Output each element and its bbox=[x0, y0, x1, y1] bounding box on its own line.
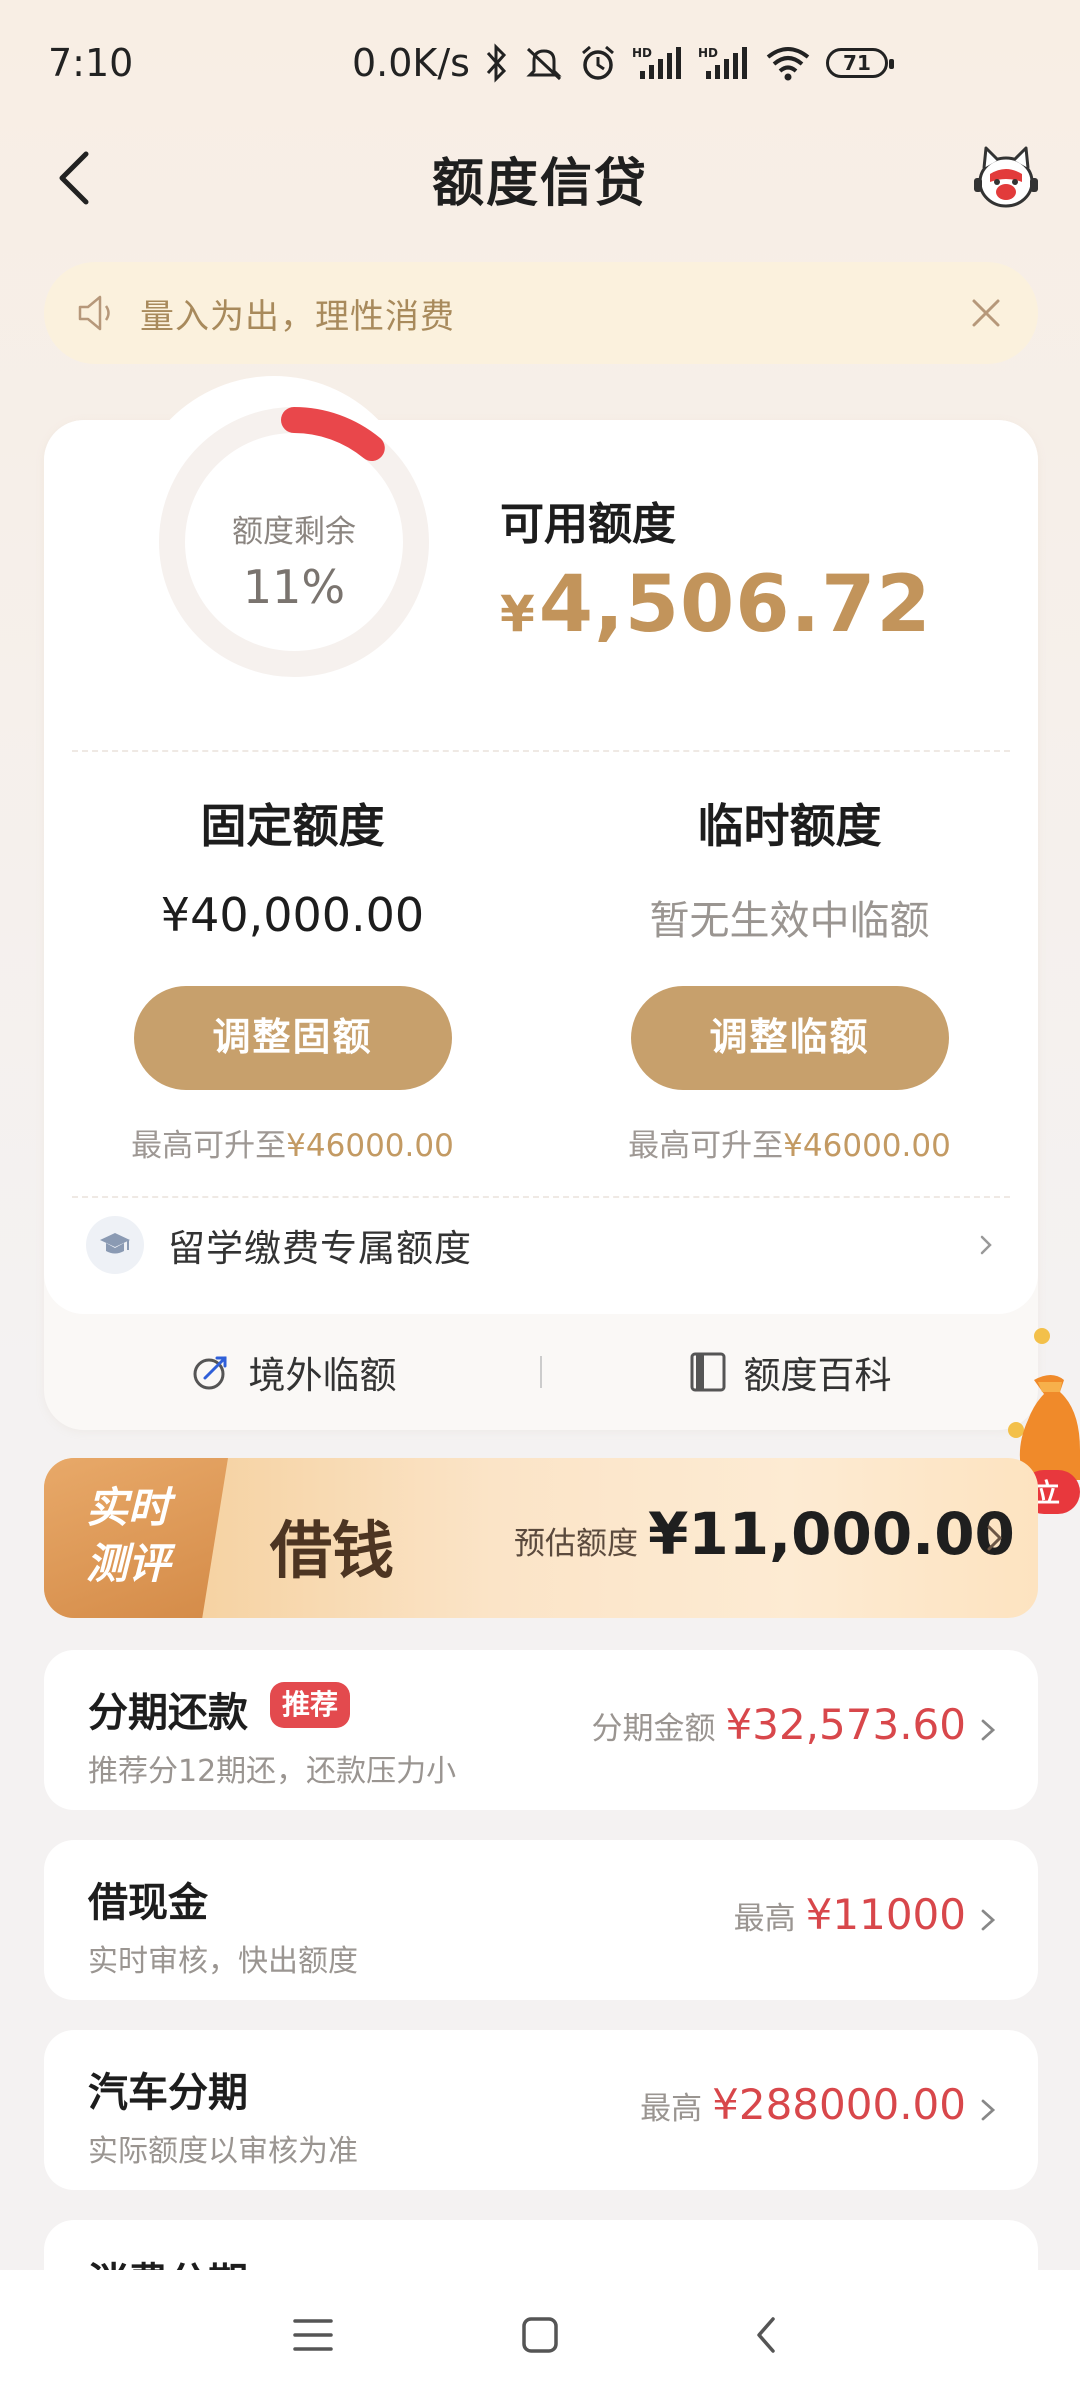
hd-signal-icon: HD bbox=[632, 43, 684, 83]
overseas-temp-quota-link[interactable]: 境外临额 bbox=[44, 1345, 541, 1399]
loan-amount-group: 最高 ¥11000 bbox=[734, 1890, 966, 1939]
study-abroad-quota-row[interactable]: 留学缴费专属额度 bbox=[44, 1190, 1038, 1300]
loan-amount-group: 最高 ¥288000.00 bbox=[640, 2080, 966, 2129]
chevron-right-icon bbox=[981, 1909, 996, 1931]
speaker-icon bbox=[78, 295, 110, 331]
alarm-icon bbox=[578, 43, 618, 83]
status-icons: 0.0K/s HD HD 71 bbox=[352, 41, 894, 85]
chevron-right-icon bbox=[981, 1719, 996, 1741]
link-divider bbox=[540, 1356, 542, 1388]
book-icon bbox=[690, 1352, 725, 1392]
mascot-button[interactable] bbox=[968, 140, 1044, 216]
loan-amount-prefix: 分期金额 bbox=[591, 1711, 716, 1747]
available-currency: ¥ bbox=[500, 585, 535, 643]
ring-label: 额度剩余 bbox=[232, 514, 356, 550]
loan-subtitle: 实时审核，快出额度 bbox=[88, 1944, 358, 1979]
overseas-temp-quota-label: 境外临额 bbox=[248, 1354, 397, 1397]
credit-card: 额度剩余 11% 可用额度 ¥4,506.72 固定额度 ¥40,000.00 … bbox=[44, 376, 1038, 1430]
wifi-icon bbox=[764, 43, 812, 83]
status-bar: 7:10 0.0K/s HD HD 71 bbox=[0, 0, 1080, 126]
menu-icon bbox=[293, 2319, 334, 2351]
borrow-title: 借钱 bbox=[270, 1514, 395, 1587]
fixed-quota: 固定额度 ¥40,000.00 调整固额 最高可升至¥46000.00 bbox=[44, 790, 541, 1165]
temp-quota-value: 暂无生效中临额 bbox=[649, 898, 930, 944]
loan-title: 分期还款 bbox=[88, 1690, 248, 1736]
home-square-icon bbox=[522, 2317, 558, 2353]
back-triangle-icon bbox=[756, 2317, 775, 2353]
loan-amount: ¥288000.00 bbox=[712, 2080, 966, 2129]
bluetooth-icon bbox=[484, 43, 510, 83]
fixed-quota-value: ¥40,000.00 bbox=[160, 888, 425, 942]
battery-icon: 71 bbox=[825, 48, 894, 78]
loan-amount-prefix: 最高 bbox=[733, 1901, 796, 1937]
ring-percent: 11% bbox=[242, 560, 346, 614]
adjust-fixed-button[interactable]: 调整固额 bbox=[133, 986, 452, 1090]
adjust-temp-button[interactable]: 调整临额 bbox=[630, 986, 949, 1090]
study-abroad-quota-label: 留学缴费专属额度 bbox=[168, 1227, 472, 1270]
realtime-eval-badge: 实时 测评 bbox=[44, 1458, 228, 1618]
borrow-amount: ¥11,000.00 bbox=[648, 1500, 1015, 1568]
status-time: 7:10 bbox=[48, 41, 134, 85]
notice-bar: 量入为出，理性消费 bbox=[44, 262, 1038, 364]
header: 额度信贷 bbox=[0, 126, 1080, 230]
fixed-quota-title: 固定额度 bbox=[200, 799, 385, 853]
available-value: 4,506.72 bbox=[538, 560, 932, 650]
quota-wiki-label: 额度百科 bbox=[743, 1354, 892, 1397]
loan-amount-prefix: 最高 bbox=[640, 2091, 703, 2127]
page-title: 额度信贷 bbox=[431, 153, 648, 214]
home-button[interactable] bbox=[500, 2295, 580, 2375]
quota-wiki-link[interactable]: 额度百科 bbox=[541, 1345, 1038, 1399]
network-speed: 0.0K/s bbox=[352, 41, 470, 85]
credit-main: 额度剩余 11% 可用额度 ¥4,506.72 固定额度 ¥40,000.00 … bbox=[44, 407, 1038, 1314]
recommend-badge: 推荐 bbox=[270, 1682, 351, 1728]
back-button[interactable] bbox=[48, 148, 108, 208]
loan-amount: ¥11000 bbox=[805, 1890, 966, 1939]
borrow-est-label: 预估额度 bbox=[514, 1526, 638, 1562]
credit-links: 境外临额 额度百科 bbox=[44, 1314, 1038, 1430]
fixed-quota-max: 最高可升至¥46000.00 bbox=[131, 1128, 454, 1164]
svg-text:HD: HD bbox=[632, 46, 652, 60]
loan-amount: ¥32,573.60 bbox=[725, 1700, 966, 1749]
chevron-left-icon bbox=[59, 151, 89, 205]
system-back-button[interactable] bbox=[727, 2295, 807, 2375]
menu-button[interactable] bbox=[273, 2295, 353, 2375]
graduation-cap-icon bbox=[86, 1216, 144, 1274]
mute-icon bbox=[524, 43, 564, 83]
temp-quota-title: 临时额度 bbox=[697, 799, 882, 853]
installment-repay-row[interactable]: 分期还款 推荐 推荐分12期还，还款压力小 分期金额 ¥32,573.60 bbox=[44, 1650, 1038, 1810]
loan-title: 汽车分期 bbox=[88, 2070, 248, 2116]
svg-text:HD: HD bbox=[698, 46, 718, 60]
cash-loan-row[interactable]: 借现金 实时审核，快出额度 最高 ¥11000 bbox=[44, 1840, 1038, 2000]
car-installment-row[interactable]: 汽车分期 实际额度以审核为准 最高 ¥288000.00 bbox=[44, 2030, 1038, 2190]
temp-quota-max: 最高可升至¥46000.00 bbox=[628, 1128, 951, 1164]
mascot-icon bbox=[974, 146, 1038, 208]
temp-quota: 临时额度 暂无生效中临额 调整临额 最高可升至¥46000.00 bbox=[541, 790, 1038, 1165]
loan-subtitle: 推荐分12期还，还款压力小 bbox=[88, 1754, 457, 1789]
airplane-globe-icon bbox=[193, 1356, 226, 1390]
divider bbox=[72, 750, 1010, 752]
loan-amount-group: 分期金额 ¥32,573.60 bbox=[592, 1700, 966, 1749]
chevron-right-icon bbox=[987, 1525, 1003, 1551]
borrow-banner[interactable]: 实时 测评 借钱 预估额度 ¥11,000.00 bbox=[44, 1458, 1038, 1618]
available-amount: ¥4,506.72 bbox=[500, 560, 932, 650]
notice-text: 量入为出，理性消费 bbox=[140, 296, 455, 337]
available-label: 可用额度 bbox=[500, 499, 676, 550]
system-nav-bar bbox=[0, 2270, 1080, 2400]
close-icon[interactable] bbox=[964, 291, 1008, 335]
hd-signal-icon: HD bbox=[698, 43, 750, 83]
chevron-right-icon bbox=[980, 1235, 992, 1255]
chevron-right-icon bbox=[981, 2099, 996, 2121]
loan-subtitle: 实际额度以审核为准 bbox=[88, 2134, 358, 2169]
loan-title: 借现金 bbox=[88, 1880, 208, 1926]
